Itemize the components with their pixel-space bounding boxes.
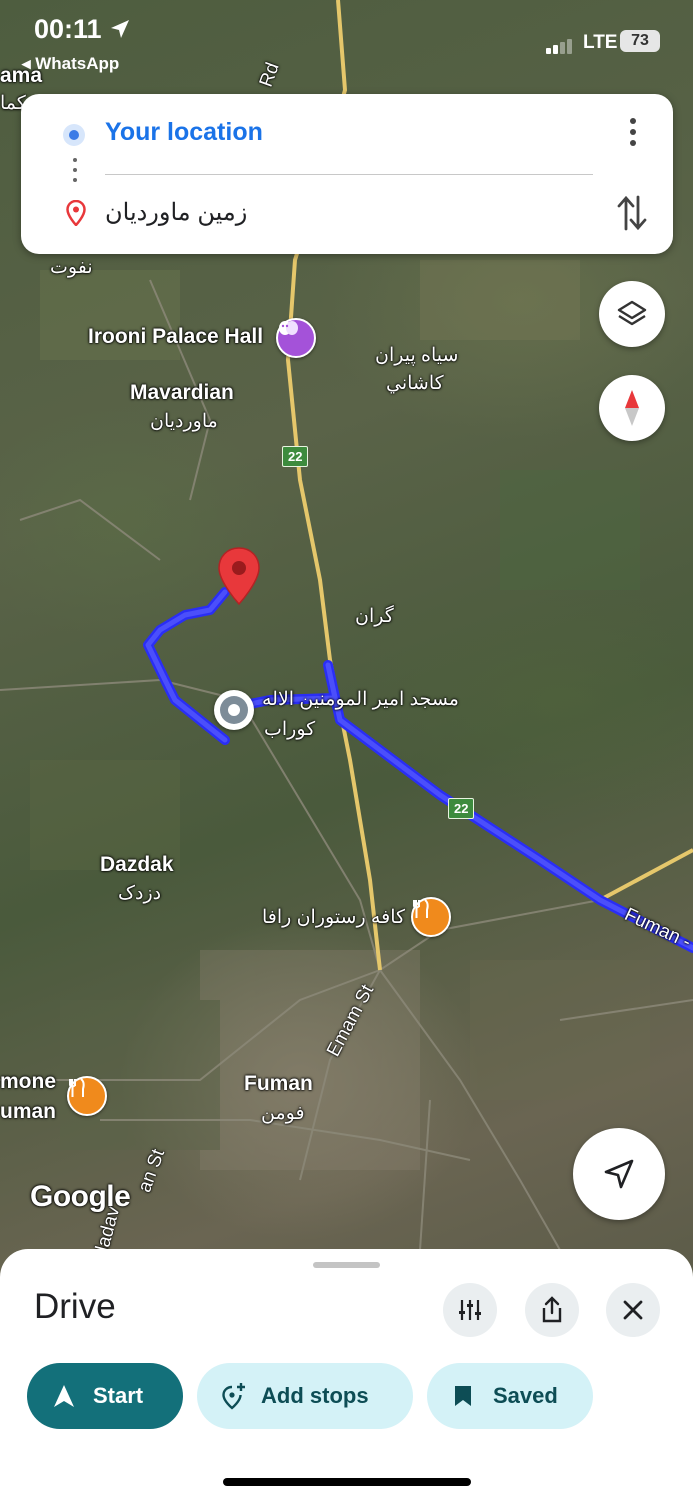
destination-pin-small-icon [66,200,86,226]
map-label-mavardian-en: Mavardian [130,381,234,404]
map-label-fuman-fa: فومن [261,1103,305,1124]
saved-label: Saved [493,1383,558,1408]
layers-icon [617,300,647,326]
fork-knife-icon [413,899,429,918]
navigation-arrow-icon [54,1385,74,1407]
map-label-fuman-en: Fuman [244,1072,313,1095]
map-label-dazdak-en: Dazdak [100,853,174,876]
add-stops-label: Add stops [261,1383,369,1408]
status-bar: 00:11 ◂ WhatsApp LTE 73 [0,0,693,90]
add-stops-button[interactable]: Add stops [197,1363,413,1429]
network-type: LTE [583,32,618,53]
map-label-masjid: مسجد امیر المومنین الاله [262,689,459,710]
compass-button[interactable] [599,375,665,441]
tune-sliders-icon [459,1300,481,1320]
map-label-kashani: کاشاني [386,373,444,394]
add-location-icon [222,1383,245,1410]
status-time-text: 00:11 [34,14,102,44]
map-label-cafe: کافه رستوران رافا [262,907,406,928]
travel-mode-title: Drive [34,1287,116,1326]
google-watermark: Google [30,1180,131,1213]
map-label-irooni: Irooni Palace Hall [88,325,264,348]
start-label: Start [93,1383,144,1408]
recenter-location-button[interactable] [573,1128,665,1220]
start-button[interactable]: Start [27,1363,183,1429]
map-label-uman: uman [0,1100,57,1123]
directions-card: Your location زمین ماوردیان [21,94,673,254]
navigation-arrow-icon [604,1159,634,1189]
road-shield-22: 22 [448,798,475,819]
route-connector-dots [73,158,77,188]
origin-location-marker [214,690,254,730]
map-label-siah-piran: سیاه پیران [375,345,459,366]
sheet-drag-handle[interactable] [313,1262,380,1268]
more-options-icon[interactable] [621,116,645,150]
field-divider [105,174,593,175]
masks-icon [279,321,298,335]
theater-poi-icon[interactable] [276,318,316,358]
back-to-whatsapp-link[interactable]: ◂ WhatsApp [22,54,119,74]
close-button[interactable] [606,1283,660,1337]
bookmark-icon [455,1386,471,1406]
origin-location-dot [220,696,248,724]
signal-bars-icon [546,36,574,54]
battery-indicator: 73 [620,30,660,52]
restaurant-poi-icon[interactable] [67,1076,107,1116]
map-label-mone: mone [0,1070,57,1093]
map-label-geran: گران [355,606,394,627]
share-icon [542,1296,562,1323]
bottom-sheet: Drive Start Add stops Saved [0,1249,693,1500]
map-label-naft: نفوت [50,257,93,278]
map-label-kurab: کوراب [264,719,316,740]
map-layers-button[interactable] [599,281,665,347]
home-indicator[interactable] [223,1478,471,1486]
map-label-dazdak-fa: دزدک [118,883,162,904]
road-shield-22: 22 [282,446,309,467]
location-arrow-icon [111,20,130,38]
map-label-mavardian-fa: ماوردیان [150,411,218,432]
status-time: 00:11 [34,14,131,45]
restaurant-poi-icon[interactable] [411,897,451,937]
destination-field[interactable]: زمین ماوردیان [105,198,247,227]
swap-directions-icon[interactable] [617,194,647,232]
origin-dot-icon [63,124,85,146]
saved-button[interactable]: Saved [427,1363,593,1429]
compass-icon [625,390,639,426]
fork-knife-icon [69,1078,85,1097]
share-button[interactable] [525,1283,579,1337]
origin-dot-core [228,704,240,716]
destination-pin-icon[interactable] [216,546,262,608]
route-options-button[interactable] [443,1283,497,1337]
origin-field[interactable]: Your location [105,118,263,147]
close-icon [623,1300,643,1320]
